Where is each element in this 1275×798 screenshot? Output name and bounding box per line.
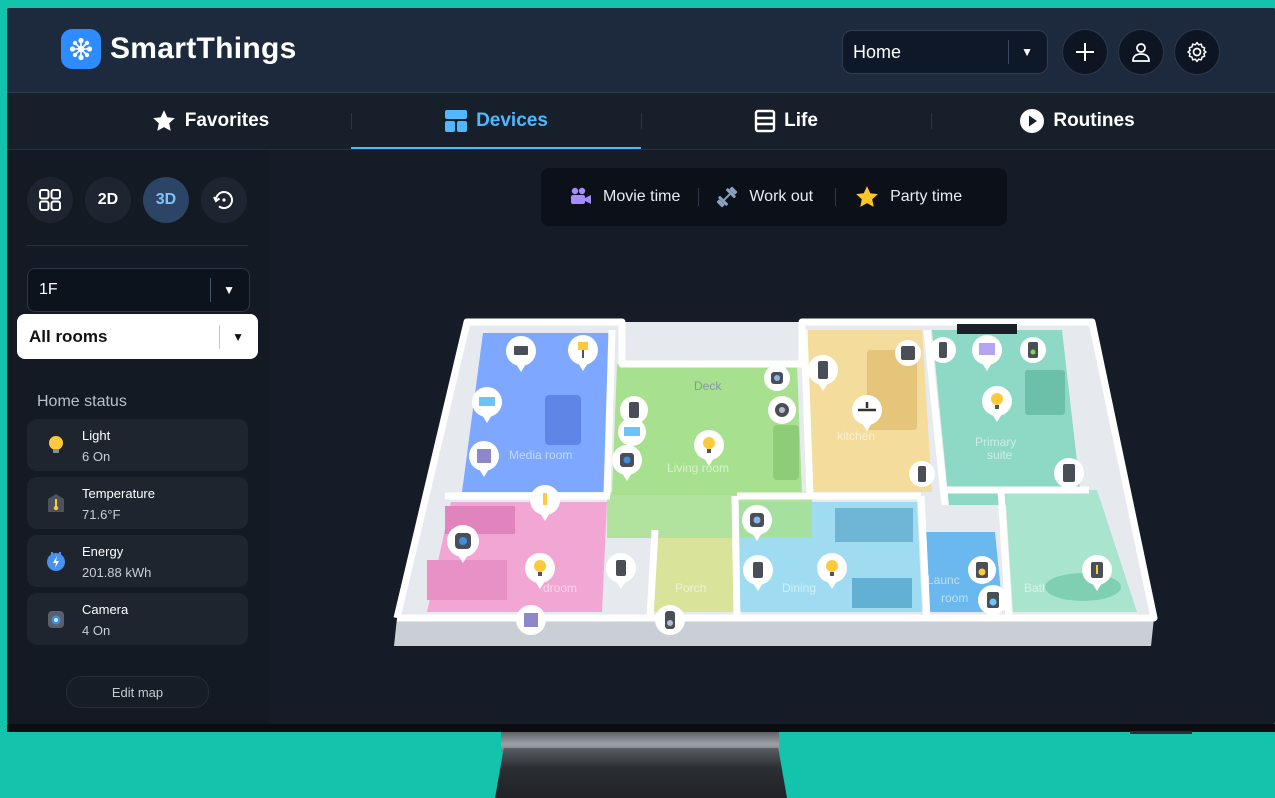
rotate-icon (213, 191, 233, 210)
room-label-living: Living room (667, 461, 729, 475)
device-pin-camera[interactable] (764, 365, 790, 391)
device-pin-tv[interactable] (618, 418, 646, 446)
status-label: Energy (82, 544, 124, 559)
sidebar: 2D 3D 1F ▼ All rooms ▼ Home status Light… (7, 150, 269, 724)
floor-select-value: 1F (39, 281, 58, 298)
room-label-dining: Dining (782, 581, 816, 595)
plus-icon (1076, 43, 1094, 61)
device-pin-doorbell[interactable] (655, 605, 685, 635)
device-pin-blinds[interactable] (516, 605, 546, 635)
edit-map-button[interactable]: Edit map (66, 676, 209, 708)
room-label-media: Media room (509, 448, 572, 462)
tab-label: Favorites (184, 110, 270, 131)
app-header: SmartThings Home ▼ (7, 8, 1275, 93)
grid-view-button[interactable] (27, 177, 73, 223)
status-value: 201.88 kWh (82, 565, 152, 580)
device-pin-oven[interactable] (895, 340, 921, 366)
room-label-laundry-2: room (941, 591, 968, 605)
account-button[interactable] (1118, 29, 1164, 75)
view-2d-button[interactable]: 2D (85, 177, 131, 223)
status-value: 6 On (82, 449, 111, 464)
devices-icon (445, 110, 468, 132)
status-value: 71.6°F (82, 507, 121, 522)
tab-life[interactable]: Life (641, 93, 931, 149)
rotate-view-button[interactable] (201, 177, 247, 223)
select-divider (210, 278, 212, 302)
status-value: 4 On (82, 623, 111, 638)
tv-bezel (7, 724, 1275, 732)
select-divider (1008, 40, 1010, 64)
status-card-camera[interactable]: Camera 4 On (27, 593, 248, 645)
rooms-select[interactable]: All rooms ▼ (17, 314, 258, 359)
device-pin-sensor[interactable] (930, 337, 956, 363)
status-card-light[interactable]: Light 6 On (27, 419, 248, 471)
tv-indicator (1130, 731, 1192, 734)
room-label-primary-1: Primary (975, 435, 1016, 449)
life-icon (754, 109, 776, 133)
chevron-down-icon: ▼ (232, 329, 244, 344)
play-icon (1020, 109, 1045, 133)
home-status-title: Home status (37, 393, 127, 410)
device-pin-speaker[interactable] (1020, 337, 1046, 363)
floor-map[interactable]: Media room Deck Living room kitchen Prim… (277, 150, 1275, 724)
home-select-value: Home (853, 41, 902, 62)
person-icon (1132, 43, 1150, 62)
room-label-porch: Porch (675, 581, 706, 595)
tv-stand-base (495, 748, 787, 798)
thermometer-icon (48, 494, 64, 512)
app-logo: SmartThings (61, 29, 297, 69)
star-icon (152, 110, 175, 131)
sidebar-divider (27, 245, 248, 246)
add-button[interactable] (1062, 29, 1108, 75)
chevron-down-icon: ▼ (223, 283, 235, 297)
tab-label: Life (784, 110, 818, 131)
camera-icon (48, 611, 64, 628)
status-card-temperature[interactable]: Temperature 71.6°F (27, 477, 248, 529)
room-label-deck: Deck (694, 379, 722, 393)
floor-plan-3d: Media room Deck Living room kitchen Prim… (393, 318, 1158, 646)
tab-routines[interactable]: Routines (931, 93, 1223, 149)
room-label-laundry-1: Launc (927, 573, 960, 587)
view-3d-button[interactable]: 3D (143, 177, 189, 223)
room-label-bedroom: droom (543, 581, 577, 595)
floor-select[interactable]: 1F ▼ (27, 268, 250, 312)
select-divider (219, 324, 221, 349)
app-name: SmartThings (110, 32, 297, 65)
grid-icon (39, 189, 61, 211)
home-select[interactable]: Home ▼ (842, 30, 1048, 74)
settings-button[interactable] (1174, 29, 1220, 75)
gear-icon (1187, 41, 1207, 63)
energy-icon (47, 552, 65, 571)
tab-devices[interactable]: Devices (351, 93, 641, 149)
status-label: Temperature (82, 486, 155, 501)
tab-label: Routines (1053, 110, 1135, 131)
device-pin-camera[interactable] (768, 396, 796, 424)
smartthings-logo-icon (61, 29, 101, 69)
room-porch[interactable] (651, 538, 735, 612)
room-label-kitchen: kitchen (837, 429, 875, 443)
status-card-energy[interactable]: Energy 201.88 kWh (27, 535, 248, 587)
tv-screen: SmartThings Home ▼ Favorites Devices Lif… (7, 8, 1275, 724)
tab-label: Devices (476, 110, 548, 131)
device-pin-washer[interactable] (968, 556, 996, 584)
chevron-down-icon: ▼ (1021, 45, 1033, 59)
bulb-icon (49, 436, 63, 453)
device-pin-sensor[interactable] (909, 461, 935, 487)
main-tabs: Favorites Devices Life Routines (7, 93, 1275, 150)
floor-slab (394, 618, 1154, 646)
rooms-select-value: All rooms (29, 326, 108, 346)
tab-favorites[interactable]: Favorites (69, 93, 351, 149)
status-label: Light (82, 428, 111, 443)
room-label-primary-2: suite (987, 448, 1013, 462)
status-label: Camera (82, 602, 129, 617)
